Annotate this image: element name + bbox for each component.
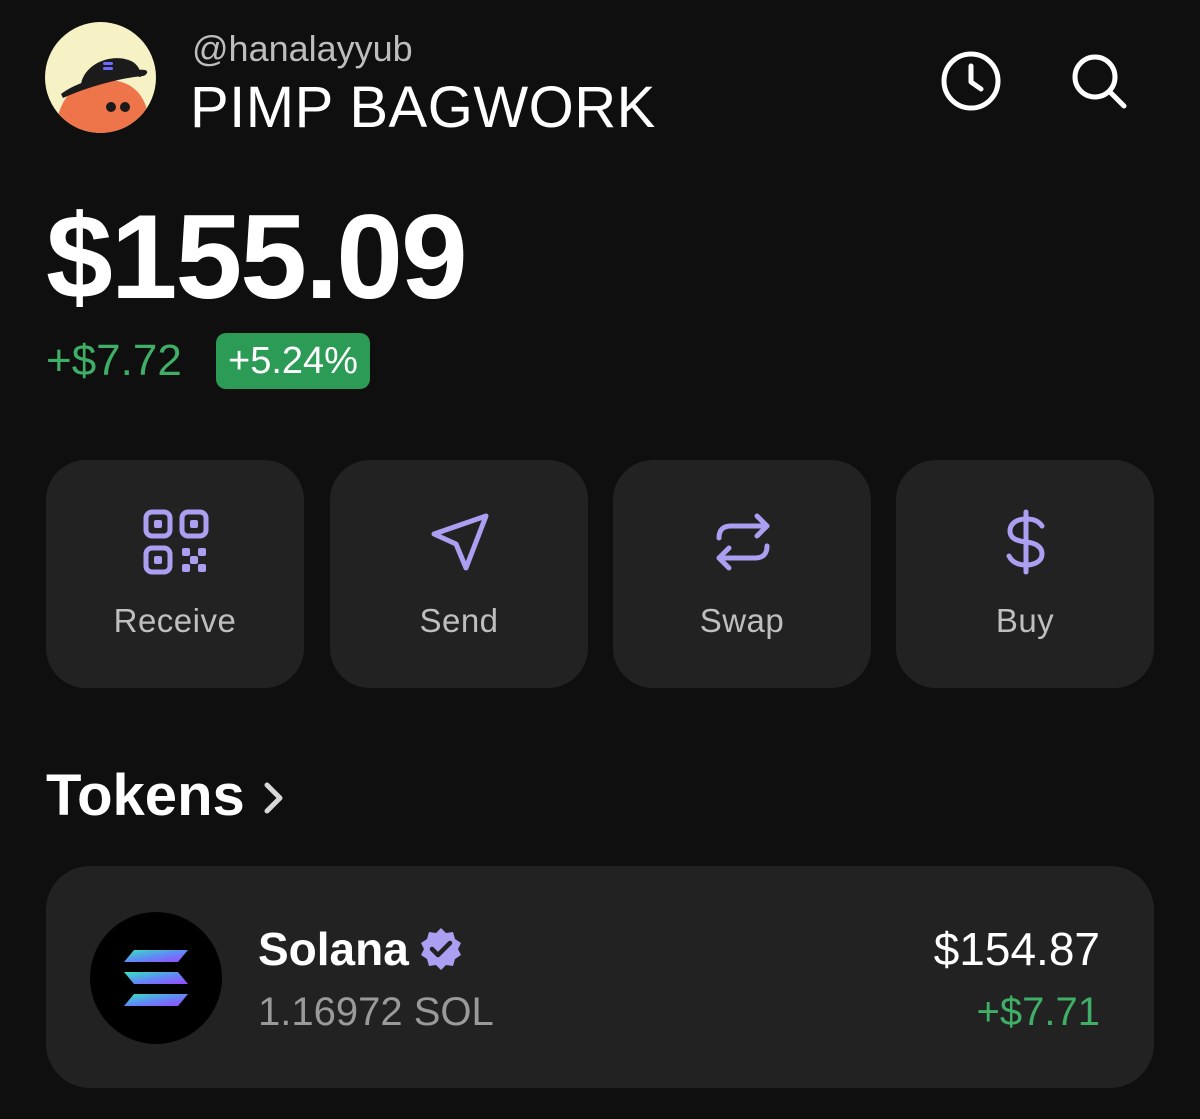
tokens-heading[interactable]: Tokens (46, 762, 245, 829)
qr-code-icon (143, 509, 209, 575)
avatar[interactable] (45, 22, 156, 133)
account-handle: @hanalayyub (192, 28, 413, 69)
receive-button[interactable]: Receive (46, 460, 304, 688)
action-buttons: Receive Send Swap Buy (46, 460, 1156, 688)
balance-change-amount: +$7.72 (46, 336, 182, 385)
receive-label: Receive (113, 602, 237, 639)
history-button[interactable] (938, 48, 1004, 114)
token-amount: 1.16972 SOL (258, 990, 494, 1034)
header: @hanalayyub PIMP BAGWORK (0, 0, 1200, 160)
balance-change-badge: +5.24% (216, 333, 370, 389)
buy-label: Buy (995, 602, 1055, 639)
verified-badge-icon (421, 928, 461, 970)
swap-icon (716, 513, 770, 571)
chevron-right-icon[interactable] (258, 780, 290, 816)
search-icon (1072, 54, 1127, 109)
solana-logo-icon (90, 912, 222, 1044)
swap-button[interactable]: Swap (613, 460, 871, 688)
token-value: $154.87 (933, 923, 1100, 975)
search-button[interactable] (1066, 48, 1132, 114)
send-label: Send (419, 602, 499, 639)
buy-button[interactable]: Buy (896, 460, 1154, 688)
dollar-icon (1006, 509, 1045, 575)
token-name: Solana (258, 923, 409, 975)
account-name[interactable]: PIMP BAGWORK (190, 74, 656, 141)
send-icon (431, 513, 489, 571)
send-button[interactable]: Send (330, 460, 588, 688)
swap-label: Swap (699, 602, 785, 639)
token-row-solana[interactable]: Solana 1.16972 SOL $154.87 +$7.71 (46, 866, 1154, 1088)
portfolio-balance: $155.09 (46, 190, 468, 324)
token-change: +$7.71 (976, 990, 1100, 1034)
clock-icon (941, 51, 1001, 111)
